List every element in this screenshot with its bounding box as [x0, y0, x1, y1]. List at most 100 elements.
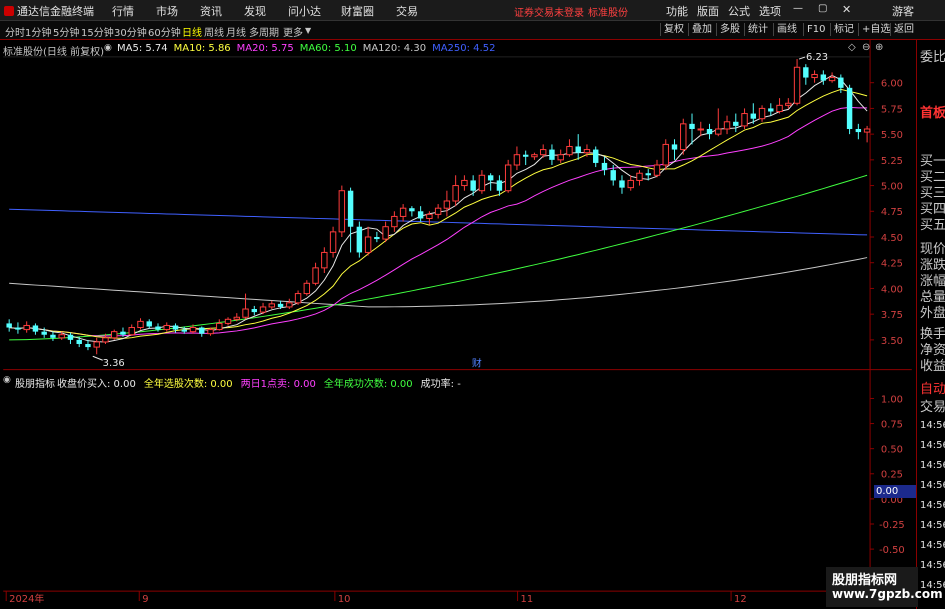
candle-body: [715, 128, 722, 135]
menu-gongshi[interactable]: 公式: [728, 3, 750, 19]
chart-frame: [3, 40, 912, 592]
menu-zixun[interactable]: 资讯: [200, 3, 222, 19]
price-tick-label: 4.00: [881, 284, 903, 295]
candle-body: [671, 144, 678, 150]
candle-body: [120, 331, 126, 335]
candle-body: [768, 108, 774, 112]
auto-label[interactable]: 自动: [920, 378, 945, 397]
candle-body: [811, 73, 818, 79]
candle-body: [680, 123, 687, 151]
candle-body: [399, 207, 407, 217]
candle-body: [793, 66, 801, 104]
kline-chart[interactable]: 6.00 5.75 5.50 5.25 5.00 4.75 4.50 4.25 4.00 3.75…: [0, 40, 915, 605]
fuquan-button[interactable]: 复权: [660, 23, 687, 36]
candle-body: [723, 121, 731, 130]
candle-body: [434, 207, 442, 215]
ma-legend-item: MA120: 4.30: [362, 43, 427, 54]
candle-body: [321, 251, 328, 269]
ma-toggle-icon[interactable]: ◉: [104, 43, 112, 53]
app-logo-icon: [4, 6, 14, 16]
indicator-tick-label: 0.25: [881, 470, 903, 481]
period-15min[interactable]: 15分钟: [81, 24, 114, 39]
login-notice[interactable]: 证券交易未登录: [514, 4, 584, 19]
menu-hangqing[interactable]: 行情: [112, 3, 134, 19]
indicator-legend-item: 收盘价买入: 0.00: [57, 379, 136, 390]
stock-name-notice: 标准股份: [588, 8, 628, 19]
date-tick-label: 9: [142, 594, 148, 605]
candle-body: [566, 145, 573, 156]
price-tick-label: 4.25: [881, 259, 903, 270]
candle-body: [391, 215, 398, 228]
candle-body: [382, 226, 389, 240]
period-monthly[interactable]: 月线: [226, 24, 246, 39]
back-button[interactable]: 返回: [890, 23, 917, 36]
menu-banmian[interactable]: 版面: [697, 3, 719, 19]
candle-body: [347, 190, 354, 227]
candle-body: [504, 164, 512, 192]
candle-body: [470, 180, 476, 191]
candle-body: [828, 77, 836, 82]
f10-button[interactable]: F10: [803, 23, 828, 36]
candle-body: [496, 180, 503, 191]
candle-body: [461, 179, 468, 187]
price-tick-label: 3.75: [881, 310, 903, 321]
zoom-in-icon[interactable]: ⊕: [875, 42, 883, 53]
menu-caifuquan[interactable]: 财富圈: [341, 3, 374, 19]
candle-body: [855, 128, 862, 133]
period-1min[interactable]: 1分钟: [25, 24, 51, 39]
close-icon[interactable]: ✕: [842, 3, 851, 16]
indicator-name[interactable]: 股朋指标: [15, 375, 55, 390]
zoom-out-icon[interactable]: ⊖: [862, 42, 870, 53]
candle-body: [338, 190, 346, 233]
candle-body: [303, 282, 311, 295]
menu-xuanxiang[interactable]: 选项: [759, 3, 781, 19]
period-fenshi[interactable]: 分时: [5, 24, 25, 39]
candle-body: [163, 324, 170, 331]
overlay-button[interactable]: 叠加: [688, 23, 715, 36]
period-30min[interactable]: 30分钟: [114, 24, 147, 39]
mark-button[interactable]: 标记: [830, 23, 857, 36]
menu-wenxiaoda[interactable]: 问小达: [288, 3, 321, 19]
candle-body: [689, 123, 695, 129]
trade-time: 14:56: [920, 520, 945, 531]
candle-body: [513, 154, 521, 166]
restore-icon[interactable]: ▢: [818, 3, 827, 14]
app-title-text: 通达信金融终端: [17, 5, 94, 18]
multi-stock-button[interactable]: 多股: [716, 23, 743, 36]
period-60min[interactable]: 60分钟: [148, 24, 181, 39]
draw-line-button[interactable]: 画线: [773, 23, 800, 36]
guest-label[interactable]: 游客: [892, 3, 914, 19]
menu-bar: 通达信金融终端 行情 市场 资讯 发现 问小达 财富圈 交易 证券交易未登录 标…: [0, 0, 945, 21]
period-daily[interactable]: 日线: [182, 24, 202, 39]
candle-body: [417, 211, 424, 219]
add-watchlist-button[interactable]: +自选: [858, 23, 893, 36]
minimize-icon[interactable]: —: [793, 3, 803, 14]
price-tick-label: 6.00: [881, 79, 903, 90]
period-weekly[interactable]: 周线: [204, 24, 224, 39]
statistics-button[interactable]: 统计: [744, 23, 771, 36]
candle-body: [356, 226, 363, 253]
more-chevron-icon[interactable]: ▼: [305, 26, 311, 35]
period-more[interactable]: 更多: [283, 24, 303, 39]
menu-faxian[interactable]: 发现: [244, 3, 266, 19]
indicator-tick-label: -0.50: [879, 545, 905, 556]
low-price-label: 3.36: [103, 358, 125, 369]
candle-body: [251, 309, 258, 313]
menu-jiaoyi[interactable]: 交易: [396, 3, 418, 19]
menu-shichang[interactable]: 市场: [156, 3, 178, 19]
date-tick-label: 12: [734, 594, 747, 605]
period-multi[interactable]: 多周期: [249, 24, 279, 39]
trade-time: 14:56: [920, 540, 945, 551]
quote-panel: 委比 首板 买一 买二 买三 买四 买五 现价 涨跌 涨幅 总量 外盘 换手 净…: [916, 40, 945, 609]
menu-gongneng[interactable]: 功能: [666, 3, 688, 19]
diamond-icon[interactable]: ◇: [848, 42, 856, 53]
indicator-toggle-icon[interactable]: ◉: [3, 375, 11, 385]
candle-body: [662, 143, 669, 166]
trade-label[interactable]: 交易: [920, 396, 945, 415]
period-5min[interactable]: 5分钟: [53, 24, 79, 39]
ma120-line: [9, 257, 868, 308]
candle-body: [531, 154, 538, 158]
trade-time: 14:56: [920, 500, 945, 511]
candle-body: [697, 128, 704, 131]
first-board-label: 首板: [920, 106, 945, 121]
